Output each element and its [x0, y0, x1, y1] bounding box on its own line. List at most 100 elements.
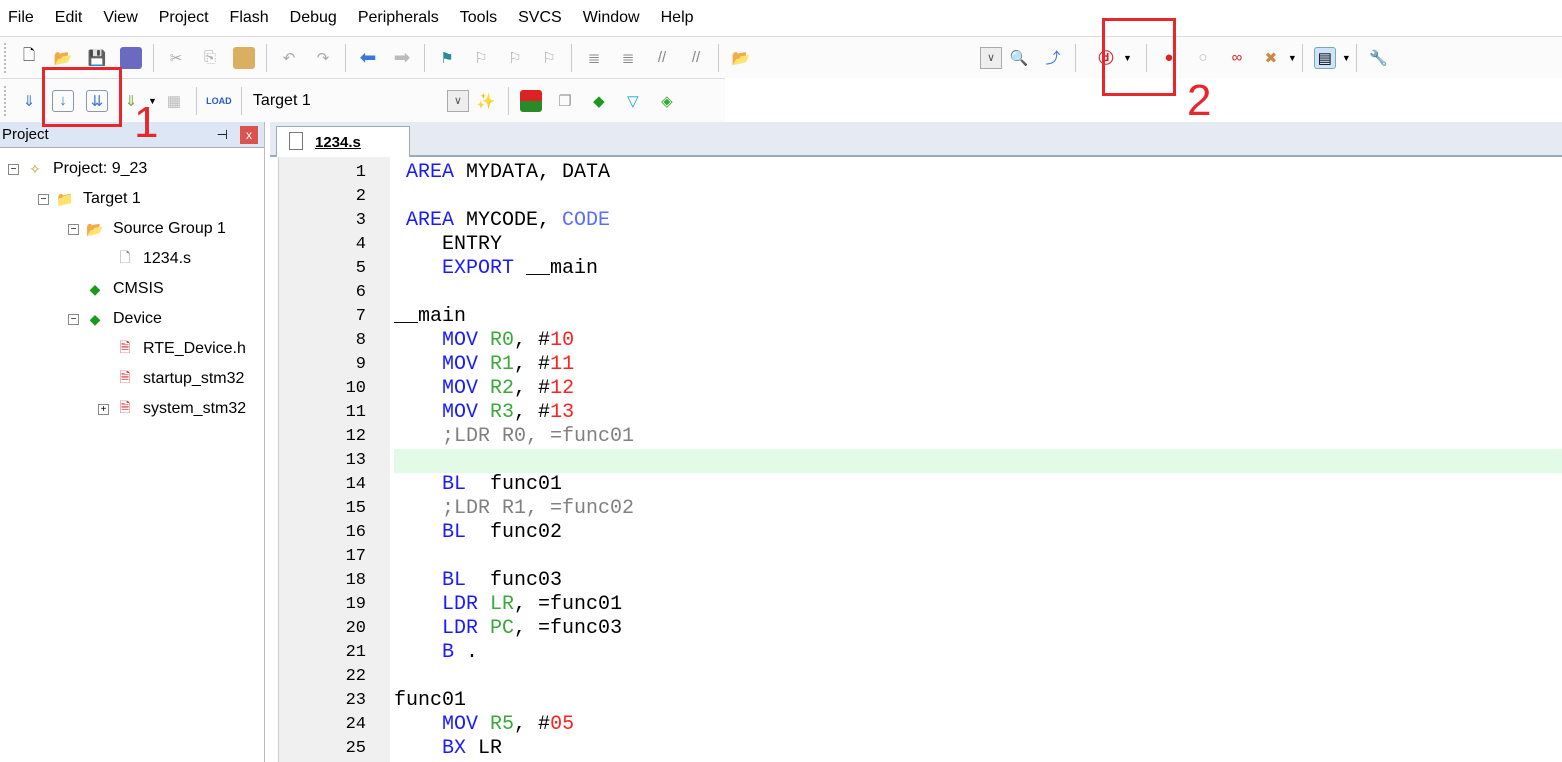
code-line[interactable]: 1 AREA MYDATA, DATA	[270, 161, 1562, 185]
code-line[interactable]: 8 MOV R0, #10	[270, 329, 1562, 353]
stop-build-icon[interactable]: ▦	[163, 90, 185, 112]
code-line[interactable]: 23 func01	[270, 689, 1562, 713]
code-line[interactable]: 15 ;LDR R1, =func02	[270, 497, 1562, 521]
code-line[interactable]: 9 MOV R1, #11	[270, 353, 1562, 377]
incremental-find-icon[interactable]: ⤴	[1042, 47, 1064, 69]
code-line[interactable]: 4 ENTRY	[270, 233, 1562, 257]
menu-window[interactable]: Window	[583, 9, 640, 27]
code-line[interactable]: 5 EXPORT __main	[270, 257, 1562, 281]
translate-icon[interactable]: ⇓	[18, 90, 40, 112]
menu-edit[interactable]: Edit	[55, 9, 83, 27]
find-in-files-icon[interactable]: 📂	[730, 47, 752, 69]
menu-view[interactable]: View	[103, 9, 137, 27]
tree-item[interactable]: − ◆ Device	[68, 304, 162, 334]
tree-item[interactable]: 🗋 1234.s	[98, 244, 191, 274]
tree-item[interactable]: − 📁 Target 1	[38, 184, 141, 214]
code-line[interactable]: 2	[270, 185, 1562, 209]
window-dropdown-arrow[interactable]: ▼	[1342, 53, 1351, 63]
navigate-forward-icon[interactable]: ➡	[391, 47, 413, 69]
next-bookmark-icon[interactable]: ⚐	[504, 47, 526, 69]
tree-item[interactable]: ◆ CMSIS	[68, 274, 164, 304]
menu-project[interactable]: Project	[159, 9, 209, 27]
code-line[interactable]: 14 BL func01	[270, 473, 1562, 497]
redo-icon[interactable]: ↷	[312, 47, 334, 69]
manage-rte-icon[interactable]: ◆	[588, 90, 610, 112]
tree-item[interactable]: 🗎 RTE_Device.h	[98, 334, 246, 364]
breakpoint-dropdown-arrow[interactable]: ▼	[1288, 53, 1297, 63]
kill-breakpoints-icon[interactable]: ✖	[1260, 47, 1282, 69]
copy-icon[interactable]: ⎘	[199, 47, 221, 69]
prev-bookmark-icon[interactable]: ⚐	[470, 47, 492, 69]
save-icon[interactable]: 💾	[86, 47, 108, 69]
expand-toggle[interactable]: −	[38, 193, 49, 205]
pack-installer-icon[interactable]: ◈	[656, 90, 678, 112]
tree-item[interactable]: + 🗎 system_stm32	[98, 394, 246, 424]
expand-toggle[interactable]: −	[68, 223, 79, 235]
disable-breakpoint-icon[interactable]: ○	[1192, 47, 1214, 69]
code-line[interactable]: 10 MOV R2, #12	[270, 377, 1562, 401]
expand-toggle[interactable]: −	[8, 163, 19, 175]
open-folder-icon[interactable]: 📂	[52, 47, 74, 69]
menu-help[interactable]: Help	[661, 9, 694, 27]
window-manage-icon[interactable]: ❐	[554, 90, 576, 112]
code-line[interactable]: 22	[270, 665, 1562, 689]
find-dropdown[interactable]: ∨	[980, 46, 1002, 69]
menu-peripherals[interactable]: Peripherals	[358, 9, 439, 27]
menu-svcs[interactable]: SVCS	[518, 9, 562, 27]
new-file-icon[interactable]: 🗋	[18, 47, 40, 69]
tree-item[interactable]: 🗎 startup_stm32	[98, 364, 244, 394]
menu-flash[interactable]: Flash	[230, 9, 269, 27]
indent-icon[interactable]: ≣	[583, 47, 605, 69]
bookmark-icon[interactable]: ⚑	[436, 47, 458, 69]
target-options-icon[interactable]: ✨	[475, 90, 497, 112]
code-editor[interactable]: 1 AREA MYDATA, DATA 2 3 AREA MYCODE, CODE 4…	[270, 157, 1562, 762]
code-line[interactable]: 19 LDR LR, =func01	[270, 593, 1562, 617]
save-all-icon[interactable]	[120, 46, 142, 69]
code-line[interactable]: 6	[270, 281, 1562, 305]
code-token: __main	[394, 305, 467, 328]
unindent-icon[interactable]: ≣	[617, 47, 639, 69]
undo-icon[interactable]: ↶	[278, 47, 300, 69]
target-dropdown[interactable]: ∨	[446, 89, 469, 112]
menu-file[interactable]: File	[8, 9, 34, 27]
tree-item[interactable]: − 📂 Source Group 1	[68, 214, 226, 244]
code-line[interactable]: 12 ;LDR R0, =func01	[270, 425, 1562, 449]
code-line[interactable]: 3 AREA MYCODE, CODE	[270, 209, 1562, 233]
clear-bookmarks-icon[interactable]: ⚐	[538, 47, 560, 69]
load-download-icon[interactable]: LOAD	[206, 90, 232, 112]
expand-toggle[interactable]: +	[98, 403, 109, 415]
file-extensions-icon[interactable]	[519, 89, 542, 112]
menu-debug[interactable]: Debug	[290, 9, 337, 27]
menu-tools[interactable]: Tools	[460, 9, 497, 27]
find-icon[interactable]: 🔍	[1008, 47, 1030, 69]
select-packs-icon[interactable]: ▽	[622, 90, 644, 112]
code-line[interactable]: 25 BX LR	[270, 737, 1562, 761]
code-line[interactable]: 24 MOV R5, #05	[270, 713, 1562, 737]
toolbar-grip[interactable]	[4, 42, 8, 73]
code-token: ENTRY	[394, 233, 503, 256]
pin-icon[interactable]: ⊣	[217, 127, 228, 143]
comment-icon[interactable]: //	[651, 47, 673, 69]
code-line[interactable]: 18 BL func03	[270, 569, 1562, 593]
window-layout-icon[interactable]: ▤	[1313, 46, 1336, 69]
configure-wrench-icon[interactable]: 🔧	[1368, 47, 1390, 69]
expand-toggle[interactable]: −	[68, 313, 79, 325]
tab-1234-s[interactable]: 1234.s	[276, 126, 410, 157]
code-line[interactable]: 13	[346, 449, 1562, 473]
toolbar-grip[interactable]	[4, 85, 8, 116]
navigate-back-icon[interactable]: ⬅	[357, 47, 379, 69]
target-select[interactable]: Target 1	[247, 92, 447, 110]
paste-icon[interactable]	[233, 46, 255, 69]
code-line[interactable]: 20 LDR PC, =func03	[270, 617, 1562, 641]
disable-all-breakpoints-icon[interactable]: ∞	[1226, 47, 1248, 69]
tree-item[interactable]: − ✧ Project: 9_23	[8, 154, 147, 184]
code-text: ;LDR R0, =func01	[394, 425, 634, 449]
close-icon[interactable]: x	[240, 125, 258, 144]
code-line[interactable]: 16 BL func02	[270, 521, 1562, 545]
uncomment-icon[interactable]: //	[685, 47, 707, 69]
code-line[interactable]: 17	[270, 545, 1562, 569]
cut-icon[interactable]: ✂	[165, 47, 187, 69]
code-line[interactable]: 7 __main	[270, 305, 1562, 329]
code-line[interactable]: 11 MOV R3, #13	[270, 401, 1562, 425]
code-line[interactable]: 21 B .	[270, 641, 1562, 665]
